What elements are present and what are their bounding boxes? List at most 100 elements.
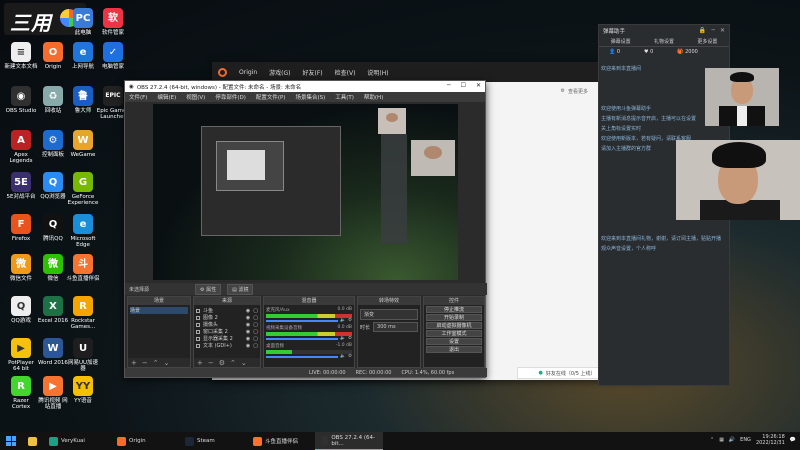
input-language[interactable]: ENG [740, 437, 751, 443]
network-icon[interactable]: ▦ [719, 437, 724, 443]
volume-slider[interactable] [266, 319, 339, 322]
scene-item[interactable]: 场景 [130, 307, 188, 314]
desktop-icon[interactable]: 斗斗鱼直播伴侣 [66, 254, 100, 282]
volume-icon[interactable]: 🔊 [729, 437, 735, 443]
gear-icon[interactable]: ⚙ [348, 336, 352, 341]
notification-icon[interactable]: 💬 [790, 437, 796, 443]
transitions-dock[interactable]: 转场特效 渐变 时长 300 ms [357, 296, 421, 368]
origin-menu-games[interactable]: 游戏(G) [269, 68, 290, 77]
gear-icon[interactable]: ⚙ [219, 359, 225, 367]
obs-menu-file[interactable]: 文件(F) [129, 93, 147, 101]
obs-menu-view[interactable]: 视图(V) [186, 93, 205, 101]
lock-icon[interactable]: ▢ [253, 315, 258, 321]
mixer-dock[interactable]: 混音器 麦克风/Aux 0.0 dB 🔈 ⚙ 视频采集设备音频 0.0 dB 🔈 ⚙ 桌面音频 -… [263, 296, 355, 368]
desktop-icon[interactable]: ◉ OBS Studio [4, 86, 38, 114]
control-button[interactable]: 启动虚拟摄像机 [426, 322, 482, 329]
add-icon[interactable]: + [131, 359, 137, 367]
control-button[interactable]: 工作室模式 [426, 330, 482, 337]
desktop-icon[interactable]: 软软件管家 [96, 8, 130, 36]
source-item[interactable]: 文本 (GDI+) ◉ ▢ [196, 342, 258, 349]
desktop-icon[interactable]: O Origin [36, 42, 70, 70]
tab-gift-settings[interactable]: 礼物设置 [642, 37, 686, 47]
control-button[interactable]: 开始录制 [426, 314, 482, 321]
properties-button[interactable]: ⚙ 属性 [195, 283, 222, 295]
desktop-icon[interactable]: ▶ 腾讯视频 网站直播 [36, 376, 70, 410]
lock-icon[interactable]: ▢ [253, 322, 258, 328]
clock[interactable]: 19:26:18 2022/12/31 [756, 434, 785, 446]
origin-menu-help[interactable]: 说明(H) [367, 68, 388, 77]
eye-icon[interactable]: ◉ [246, 343, 250, 349]
remove-icon[interactable]: − [208, 359, 214, 367]
taskbar-app[interactable]: Origin [111, 432, 179, 450]
sources-dock[interactable]: 来源 斗鱼 ◉ ▢ 图像 2 ◉ ▢ 摄像头 ◉ ▢ 窗口采集 2 ◉ ▢ 显示器采集 2 ◉ ▢ 文本 (G… [193, 296, 261, 368]
mixer-channel[interactable]: 桌面音频 -1.0 dB 🔈 ⚙ [266, 343, 352, 359]
desktop-icon[interactable]: e 上网导航 [66, 42, 100, 70]
eye-icon[interactable]: ◉ [246, 315, 250, 321]
eye-icon[interactable]: ◉ [246, 322, 250, 328]
desktop-icon[interactable]: PC 此电脑 [66, 8, 100, 36]
taskbar-app[interactable]: VeryKuai [43, 432, 111, 450]
origin-menu-friends[interactable]: 好友(F) [302, 68, 322, 77]
source-item[interactable]: 图像 2 ◉ ▢ [196, 314, 258, 321]
obs-menu-tools[interactable]: 工具(T) [335, 93, 354, 101]
controls-dock[interactable]: 控件 停止推流 开始录制 启动虚拟摄像机 工作室模式 设置 退出 [423, 296, 485, 368]
maximize-icon[interactable]: ☐ [461, 82, 466, 89]
lock-icon[interactable]: 🔒 [699, 27, 706, 34]
taskbar-app[interactable]: OBS 27.2.4 (64-bit... [315, 432, 383, 450]
obs-menu-profile[interactable]: 配置文件(P) [256, 93, 286, 101]
desktop-icon[interactable]: ▶ PotPlayer 64 bit [4, 338, 38, 372]
desktop-icon[interactable]: ✓ 电脑管家 [96, 42, 130, 70]
eye-icon[interactable]: ◉ [246, 308, 250, 314]
desktop-icon[interactable]: Q QQ游戏 [4, 296, 38, 324]
add-icon[interactable]: + [197, 359, 203, 367]
move-up-icon[interactable]: ⌃ [153, 359, 159, 367]
minimize-icon[interactable]: ─ [447, 82, 451, 89]
transition-select[interactable]: 渐变 [360, 309, 418, 320]
source-item[interactable]: 窗口采集 2 ◉ ▢ [196, 328, 258, 335]
desktop-icon[interactable]: X Excel 2016 [36, 296, 70, 324]
mixer-channel[interactable]: 视频采集设备音频 0.0 dB 🔈 ⚙ [266, 325, 352, 341]
filters-button[interactable]: ▤ 滤镜 [227, 283, 254, 295]
desktop-icon[interactable]: F Firefox [4, 214, 38, 242]
obs-preview-canvas[interactable] [153, 104, 458, 280]
source-item[interactable]: 斗鱼 ◉ ▢ [196, 307, 258, 314]
mixer-channel[interactable]: 麦克风/Aux 0.0 dB 🔈 ⚙ [266, 307, 352, 323]
desktop-icon[interactable]: G GeForce Experience [66, 172, 100, 206]
origin-menu-view[interactable]: 检查(V) [335, 68, 356, 77]
desktop-icon[interactable]: ⚙ 控制面板 [36, 130, 70, 158]
minimize-icon[interactable]: ─ [711, 27, 715, 34]
obs-menu-docks[interactable]: 停靠部件(D) [215, 93, 246, 101]
control-button[interactable]: 退出 [426, 346, 482, 353]
eye-icon[interactable]: ◉ [246, 329, 250, 335]
speaker-icon[interactable]: 🔈 [340, 318, 346, 323]
desktop-icon[interactable]: 微微信文件 [4, 254, 38, 282]
scenes-dock[interactable]: 场景 场景 + − ⌃ ⌄ [127, 296, 191, 368]
speaker-icon[interactable]: 🔈 [340, 336, 346, 341]
obs-menu-help[interactable]: 帮助(H) [364, 93, 383, 101]
desktop-icon[interactable]: R Razer Cortex [4, 376, 38, 410]
desktop-icon[interactable]: Q QQ浏览器 [36, 172, 70, 200]
move-down-icon[interactable]: ⌄ [241, 359, 247, 367]
taskbar-app[interactable]: Steam [179, 432, 247, 450]
lock-icon[interactable]: ▢ [253, 308, 258, 314]
gear-icon[interactable]: ⚙ [348, 354, 352, 359]
desktop-icon[interactable]: W Word 2016 [36, 338, 70, 366]
lock-icon[interactable]: ▢ [253, 329, 258, 335]
source-item[interactable]: 摄像头 ◉ ▢ [196, 321, 258, 328]
duration-input[interactable]: 300 ms [373, 322, 418, 332]
tray-arrow-icon[interactable]: ⌃ [710, 437, 714, 443]
desktop-icon[interactable]: R Rockstar Games... [66, 296, 100, 330]
desktop-icon[interactable]: W WeGame [66, 130, 100, 158]
eye-icon[interactable]: ◉ [246, 336, 250, 342]
obs-window[interactable]: ◉ OBS 27.2.4 (64-bit, windows) - 配置文件: 未… [124, 80, 487, 378]
volume-slider[interactable] [266, 355, 339, 358]
source-item[interactable]: 显示器采集 2 ◉ ▢ [196, 335, 258, 342]
desktop-icon[interactable]: YY YY语音 [66, 376, 100, 404]
lock-icon[interactable]: ▢ [253, 343, 258, 349]
obs-menu-edit[interactable]: 编辑(E) [157, 93, 176, 101]
desktop-icon[interactable]: 微微信 [36, 254, 70, 282]
close-icon[interactable]: ✕ [476, 82, 481, 89]
desktop-icon[interactable]: ≡ 新建文本文档 [4, 42, 38, 70]
tab-danmu-settings[interactable]: 弹幕设置 [599, 37, 643, 47]
control-button[interactable]: 停止推流 [426, 306, 482, 313]
